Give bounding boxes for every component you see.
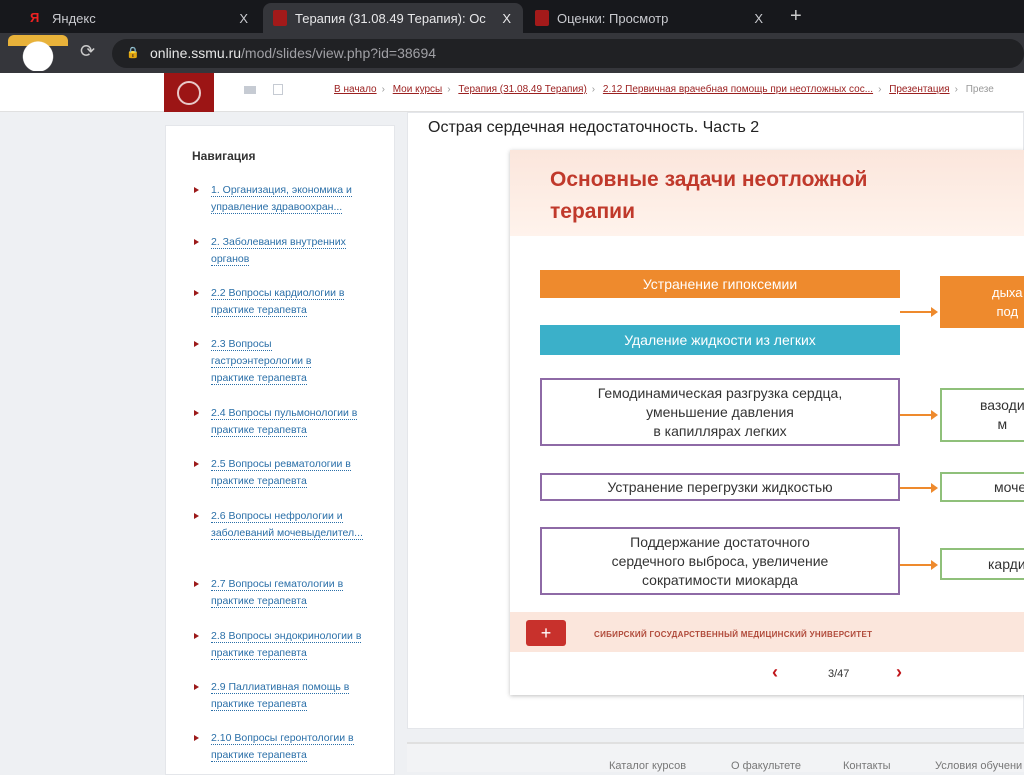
breadcrumb-current: Презе <box>965 84 994 95</box>
nav-item[interactable]: 2.6 Вопросы нефрологии и заболеваний моч… <box>192 508 367 542</box>
task-box: Поддержание достаточного сердечного выбр… <box>540 527 900 595</box>
next-slide-button[interactable]: › <box>896 662 902 683</box>
breadcrumb-section[interactable]: 2.12 Первичная врачебная помощь при неот… <box>603 84 873 95</box>
slide-viewer: Основные задачи неотложной терапии Устран… <box>510 150 1024 695</box>
arrow-icon <box>900 483 938 493</box>
task-box: Устранение перегрузки жидкостью <box>540 473 900 501</box>
close-tab-icon[interactable]: X <box>754 11 763 26</box>
arrow-icon <box>900 307 938 317</box>
site-footer: Каталог курсов О факультете Контакты Усл… <box>407 742 1024 772</box>
avatar-skull-icon <box>8 35 68 71</box>
footer-link-about[interactable]: О факультете <box>731 760 801 772</box>
ssmu-icon <box>273 10 287 26</box>
slide-heading: Основные задачи неотложной <box>550 168 868 191</box>
medkit-icon: + <box>526 620 566 646</box>
nav-item[interactable]: 2.4 Вопросы пульмонологии в практике тер… <box>192 405 382 439</box>
nav-item[interactable]: 2.9 Паллиативная помощь в практике терап… <box>192 679 382 713</box>
slide-pager: ‹ 3/47 › <box>510 652 1024 695</box>
breadcrumb-course[interactable]: Терапия (31.08.49 Терапия) <box>458 84 586 95</box>
tab-label: Оценки: Просмотр <box>557 10 669 26</box>
result-box: моче <box>940 472 1024 502</box>
tab-yandex[interactable]: Я Яндекс X <box>20 3 260 33</box>
breadcrumb-presentation[interactable]: Презентация <box>889 84 949 95</box>
nav-item[interactable]: 2.3 Вопросы гастроэнтерологии в практике… <box>192 336 332 387</box>
nav-item[interactable]: 1. Организация, экономика и управление з… <box>192 182 382 216</box>
task-box: Устранение гипоксемии <box>540 270 900 298</box>
reload-icon[interactable]: ⟳ <box>80 41 95 62</box>
page-title: Острая сердечная недостаточность. Часть … <box>428 119 760 136</box>
ssmu-logo[interactable] <box>164 73 214 112</box>
footer-link-terms[interactable]: Условия обучени <box>935 760 1022 772</box>
nav-item[interactable]: 2.2 Вопросы кардиологии в практике терап… <box>192 285 382 319</box>
new-tab-button[interactable]: + <box>790 5 802 28</box>
tab-label: Яндекс <box>52 10 96 26</box>
breadcrumb: В начало › Мои курсы › Терапия (31.08.49 Т… <box>334 84 994 95</box>
prev-slide-button[interactable]: ‹ <box>772 662 778 683</box>
result-box: вазоди м <box>940 388 1024 442</box>
breadcrumb-home[interactable]: В начало <box>334 84 377 95</box>
result-box: карди <box>940 548 1024 580</box>
notifications-icon[interactable] <box>273 84 283 95</box>
messages-icon[interactable] <box>244 86 256 94</box>
navigation-title: Навигация <box>192 149 256 163</box>
page-counter: 3/47 <box>828 668 850 680</box>
url-host: online.ssmu.ru <box>150 45 242 61</box>
close-tab-icon[interactable]: X <box>502 11 511 26</box>
slide-header: Основные задачи неотложной терапии <box>510 150 1024 236</box>
yandex-icon: Я <box>30 10 40 25</box>
footer-link-catalog[interactable]: Каталог курсов <box>609 760 686 772</box>
nav-item[interactable]: 2. Заболевания внутренних органов <box>192 234 382 268</box>
close-tab-icon[interactable]: X <box>239 11 248 26</box>
slide-heading: терапии <box>550 200 635 223</box>
tab-therapy[interactable]: Терапия (31.08.49 Терапия): Ос X <box>263 3 523 33</box>
university-name: СИБИРСКИЙ ГОСУДАРСТВЕННЫЙ МЕДИЦИНСКИЙ УН… <box>594 630 873 639</box>
url-input[interactable]: 🔒 online.ssmu.ru/mod/slides/view.php?id=3… <box>112 39 1024 68</box>
nav-item[interactable]: 2.5 Вопросы ревматологии в практике тера… <box>192 456 382 490</box>
footer-link-contacts[interactable]: Контакты <box>843 760 891 772</box>
result-box: дыха под <box>940 276 1024 328</box>
arrow-icon <box>900 560 938 570</box>
nav-item[interactable]: 2.7 Вопросы гематологии в практике терап… <box>192 576 382 610</box>
arrow-icon <box>900 410 938 420</box>
navigation-block: Навигация 1. Организация, экономика и уп… <box>165 125 395 775</box>
url-path: /mod/slides/view.php?id=38694 <box>241 45 437 61</box>
task-box: Удаление жидкости из легких <box>540 325 900 355</box>
tab-grades[interactable]: Оценки: Просмотр X <box>525 3 775 33</box>
breadcrumb-my-courses[interactable]: Мои курсы <box>393 84 443 95</box>
lock-icon: 🔒 <box>126 47 140 59</box>
tab-label: Терапия (31.08.49 Терапия): Ос <box>295 10 486 26</box>
nav-item[interactable]: 2.8 Вопросы эндокринологии в практике те… <box>192 628 382 662</box>
task-box: Гемодинамическая разгрузка сердца, умень… <box>540 378 900 446</box>
ssmu-icon <box>535 10 549 26</box>
browser-tab-bar: Я Яндекс X Терапия (31.08.49 Терапия): Ос X… <box>0 0 1024 33</box>
nav-item[interactable]: 2.10 Вопросы геронтологии в практике тер… <box>192 730 382 764</box>
